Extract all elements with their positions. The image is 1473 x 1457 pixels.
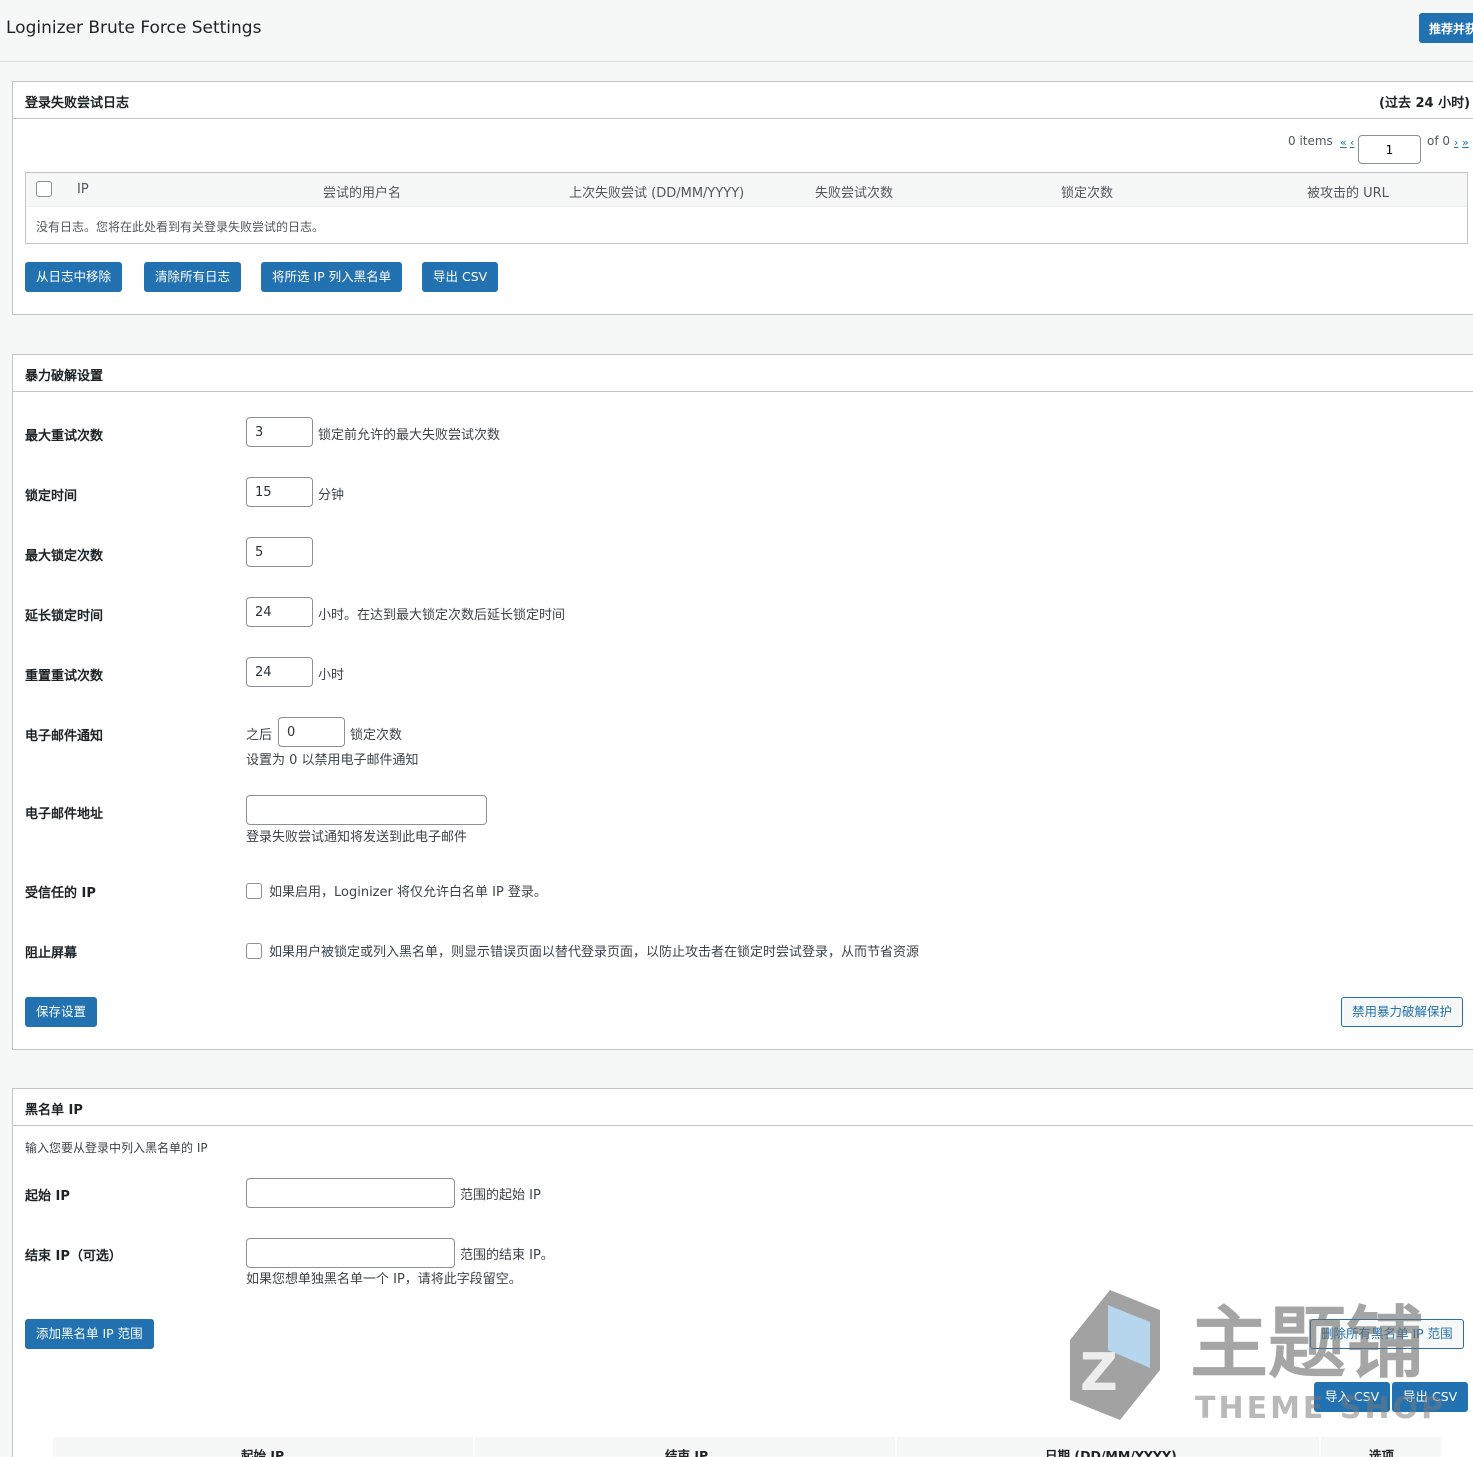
blacklist-panel: 黑名单 IP 输入您要从登录中列入黑名单的 IP 起始 IP 范围的起始 IP …	[12, 1088, 1473, 1457]
pager-items-count: 0 items	[1288, 134, 1333, 148]
max-retries-input[interactable]	[246, 417, 313, 447]
reset-retries-label: 重置重试次数	[25, 669, 104, 684]
email-notify-hint: 设置为 0 以禁用电子邮件通知	[246, 753, 419, 768]
add-blacklist-range-button[interactable]: 添加黑名单 IP 范围	[25, 1319, 154, 1349]
column-date: 日期 (DD/MM/YYYY)	[1045, 1448, 1177, 1457]
page-header: Loginizer Brute Force Settings 推荐并获	[0, 0, 1473, 62]
max-retries-hint: 锁定前允许的最大失败尝试次数	[318, 428, 501, 443]
reset-retries-input[interactable]	[246, 657, 313, 687]
block-screen-label: 阻止屏幕	[25, 946, 78, 961]
column-lockout-count: 锁定次数	[1061, 186, 1114, 201]
blacklist-header: 黑名单 IP	[13, 1089, 1473, 1126]
pager-prev-link[interactable]: ‹	[1350, 136, 1354, 149]
column-options: 选项	[1369, 1448, 1395, 1457]
column-divider	[895, 1437, 897, 1457]
email-address-input[interactable]	[246, 795, 487, 825]
failed-log-header: 登录失败尝试日志 (过去 24 小时)	[13, 82, 1473, 119]
select-all-checkbox[interactable]	[36, 181, 52, 197]
failed-log-period: (过去 24 小时)	[1379, 96, 1471, 111]
email-notify-suffix: 锁定次数	[350, 728, 403, 743]
reset-retries-hint: 小时	[318, 668, 345, 683]
remove-from-log-button[interactable]: 从日志中移除	[25, 262, 123, 292]
trusted-ip-hint: 如果启用，Loginizer 将仅允许白名单 IP 登录。	[269, 885, 547, 900]
column-attacked-url: 被攻击的 URL	[1307, 186, 1389, 201]
end-ip-hint: 范围的结束 IP。	[460, 1248, 554, 1263]
column-last-attempt: 上次失败尝试 (DD/MM/YYYY)	[569, 186, 745, 201]
export-log-csv-button[interactable]: 导出 CSV	[422, 262, 499, 292]
empty-log-message: 没有日志。您将在此处看到有关登录失败尝试的日志。	[36, 220, 325, 234]
column-start-ip: 起始 IP	[241, 1448, 285, 1457]
clear-all-logs-button[interactable]: 清除所有日志	[144, 262, 242, 292]
page-title: Loginizer Brute Force Settings	[6, 18, 262, 38]
email-notify-input[interactable]	[278, 717, 345, 747]
lockout-time-label: 锁定时间	[25, 489, 78, 504]
start-ip-hint: 范围的起始 IP	[460, 1188, 541, 1203]
failed-log-panel: 登录失败尝试日志 (过去 24 小时) 0 items « ‹ of 0 › »…	[12, 81, 1473, 315]
disable-brute-force-button[interactable]: 禁用暴力破解保护	[1341, 997, 1464, 1027]
lockout-time-hint: 分钟	[318, 488, 345, 503]
failed-log-title: 登录失败尝试日志	[25, 96, 130, 111]
block-screen-hint: 如果用户被锁定或列入黑名单，则显示错误页面以替代登录页面，以防止攻击者在锁定时尝…	[269, 945, 920, 960]
blacklist-intro: 输入您要从登录中列入黑名单的 IP	[25, 1141, 208, 1155]
max-lockouts-label: 最大锁定次数	[25, 549, 104, 564]
end-ip-note: 如果您想单独黑名单一个 IP，请将此字段留空。	[246, 1272, 522, 1287]
extend-lockout-input[interactable]	[246, 597, 313, 627]
trusted-ip-checkbox[interactable]	[246, 883, 262, 899]
failed-log-table: IP 尝试的用户名 上次失败尝试 (DD/MM/YYYY) 失败尝试次数 锁定次…	[25, 172, 1468, 244]
brute-force-header: 暴力破解设置	[13, 355, 1473, 392]
end-ip-label: 结束 IP（可选）	[25, 1249, 122, 1264]
blacklist-selected-button[interactable]: 将所选 IP 列入黑名单	[261, 262, 403, 292]
extend-lockout-label: 延长锁定时间	[25, 609, 104, 624]
extend-lockout-hint: 小时。在达到最大锁定次数后延长锁定时间	[318, 608, 566, 623]
pager-first-link[interactable]: «	[1340, 136, 1347, 149]
column-divider	[473, 1437, 475, 1457]
lockout-time-input[interactable]	[246, 477, 313, 507]
export-blacklist-csv-button[interactable]: 导出 CSV	[1392, 1382, 1469, 1412]
failed-log-table-header: IP 尝试的用户名 上次失败尝试 (DD/MM/YYYY) 失败尝试次数 锁定次…	[26, 173, 1467, 207]
column-username: 尝试的用户名	[323, 186, 402, 201]
end-ip-input[interactable]	[246, 1238, 455, 1268]
brute-force-panel: 暴力破解设置 最大重试次数 锁定前允许的最大失败尝试次数 锁定时间 分钟 最大锁…	[12, 354, 1473, 1050]
max-lockouts-input[interactable]	[246, 537, 313, 567]
pager-last-link[interactable]: »	[1462, 136, 1469, 149]
column-end-ip: 结束 IP	[665, 1448, 709, 1457]
pager-page-input[interactable]	[1358, 135, 1421, 164]
email-address-hint: 登录失败尝试通知将发送到此电子邮件	[246, 830, 468, 845]
recommend-button[interactable]: 推荐并获	[1419, 13, 1473, 43]
column-ip: IP	[77, 182, 89, 197]
email-address-label: 电子邮件地址	[25, 807, 104, 822]
column-attempt-count: 失败尝试次数	[815, 186, 894, 201]
email-notify-prefix: 之后	[246, 728, 273, 743]
trusted-ip-label: 受信任的 IP	[25, 886, 96, 901]
start-ip-label: 起始 IP	[25, 1189, 70, 1204]
blacklist-table-header: 起始 IP 结束 IP 日期 (DD/MM/YYYY) 选项	[53, 1437, 1441, 1457]
blacklist-title: 黑名单 IP	[25, 1103, 83, 1118]
import-csv-button[interactable]: 导入 CSV	[1314, 1382, 1391, 1412]
email-notify-label: 电子邮件通知	[25, 729, 104, 744]
brute-force-title: 暴力破解设置	[25, 369, 104, 384]
delete-all-blacklist-button[interactable]: 删除所有黑名单 IP 范围	[1310, 1319, 1464, 1349]
max-retries-label: 最大重试次数	[25, 429, 104, 444]
pager-of-total: of 0	[1427, 134, 1451, 148]
block-screen-checkbox[interactable]	[246, 943, 262, 959]
save-settings-button[interactable]: 保存设置	[25, 997, 98, 1027]
column-divider	[1319, 1437, 1321, 1457]
start-ip-input[interactable]	[246, 1178, 455, 1208]
pager-next-link[interactable]: ›	[1454, 136, 1458, 149]
